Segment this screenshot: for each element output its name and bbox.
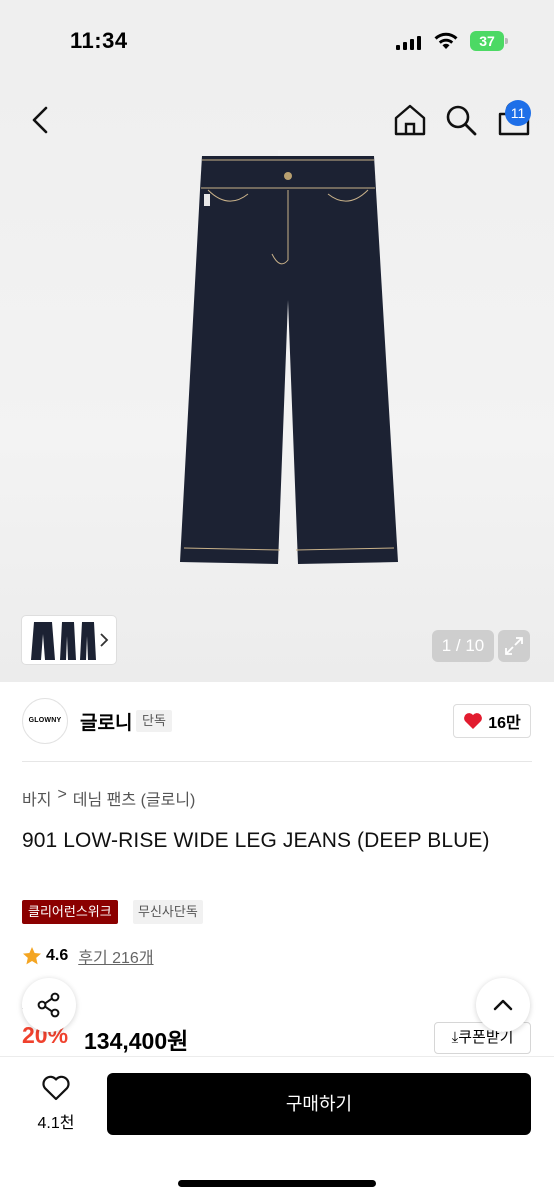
rating-value: 4.6 [46, 947, 69, 964]
expand-button[interactable] [498, 630, 530, 662]
promo-tag: 클리어런스위크 [22, 900, 118, 924]
wishlist-button[interactable]: 4.1천 [26, 1074, 86, 1138]
status-time: 11:34 [70, 28, 128, 53]
share-icon [37, 992, 60, 1018]
breadcrumb-level2[interactable]: 데님 팬츠 (글로니) [73, 786, 196, 810]
chevron-up-icon [493, 999, 513, 1011]
image-counter: 1 / 10 [432, 630, 494, 662]
star-icon [23, 947, 41, 965]
wishlist-count: 4.1천 [37, 1115, 75, 1132]
status-bar: 11:34 37 [0, 0, 554, 84]
sale-price: 134,400원 [84, 1028, 189, 1054]
heart-outline-icon [42, 1075, 70, 1101]
rating-row: 4.6 후기 216개 [22, 944, 154, 968]
breadcrumb-separator: > [57, 786, 67, 803]
back-arrow-icon[interactable] [22, 100, 58, 140]
battery-icon: 37 [470, 31, 508, 51]
home-icon[interactable] [392, 102, 428, 138]
divider [22, 761, 532, 762]
search-icon[interactable] [443, 102, 479, 138]
like-button[interactable]: 16만 [453, 704, 531, 738]
buy-button[interactable]: 구매하기 [107, 1073, 531, 1135]
cart-count-badge: 11 [505, 100, 531, 126]
share-button[interactable] [22, 978, 76, 1032]
product-title: 901 LOW-RISE WIDE LEG JEANS (DEEP BLUE) [22, 829, 490, 852]
like-count: 16만 [488, 715, 521, 732]
exclusive-tag: 단독 [136, 710, 172, 732]
exclusive-badge: 무신사단독 [133, 900, 203, 924]
wifi-icon [434, 32, 458, 49]
cellular-signal-icon [396, 36, 421, 50]
review-link[interactable]: 후기 216개 [78, 944, 153, 968]
product-jeans-image [180, 150, 398, 564]
home-indicator [178, 1180, 376, 1187]
breadcrumb-level1[interactable]: 바지 [22, 786, 51, 810]
scroll-top-button[interactable] [476, 978, 530, 1032]
heart-icon [464, 713, 483, 729]
brand-logo[interactable]: GLOWNY [22, 698, 68, 744]
expand-icon [505, 637, 523, 655]
chevron-right-icon[interactable] [98, 632, 110, 648]
battery-level: 37 [470, 31, 504, 51]
breadcrumb: 바지 > 데님 팬츠 (글로니) [22, 786, 195, 810]
brand-name[interactable]: 글로니 [80, 708, 132, 735]
